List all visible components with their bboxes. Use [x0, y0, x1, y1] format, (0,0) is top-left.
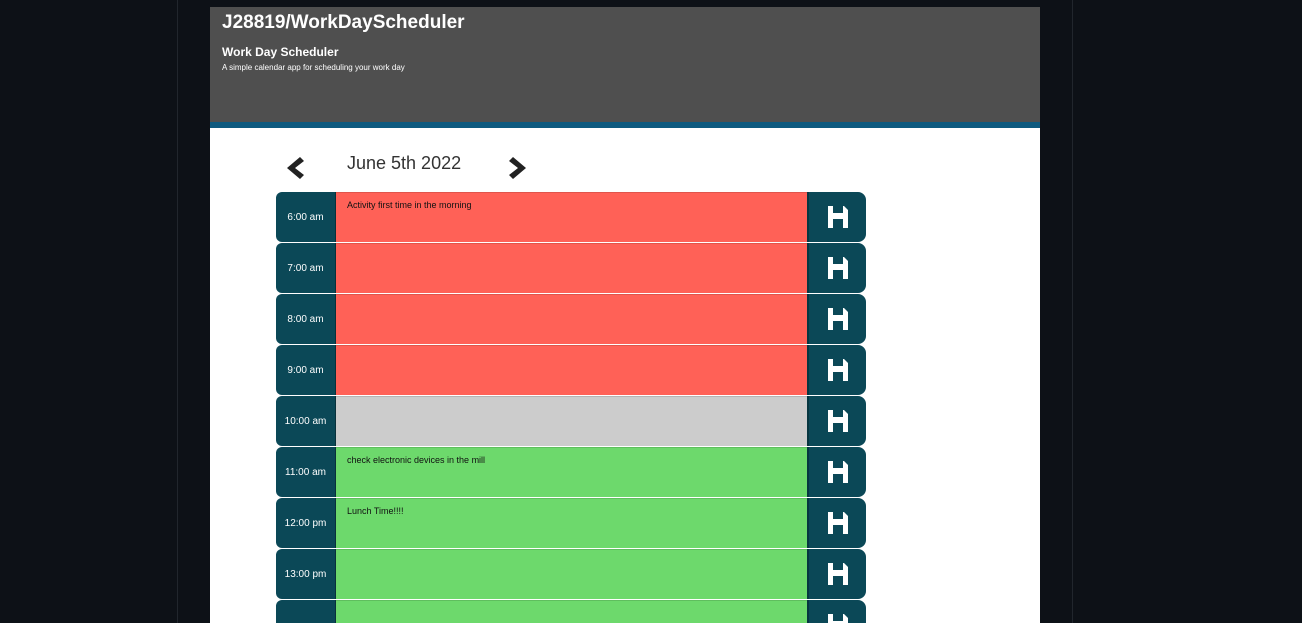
- save-button[interactable]: [807, 600, 866, 623]
- time-block-row: 6:00 am Activity first time in the mornin…: [276, 192, 867, 242]
- hour-label: 12:00 pm: [276, 498, 336, 548]
- time-block-row: [276, 600, 867, 623]
- event-description-field[interactable]: [336, 294, 807, 344]
- repo-title: J28819/WorkDayScheduler: [222, 12, 465, 33]
- chevron-left-icon: [287, 157, 304, 179]
- event-description-field[interactable]: Lunch Time!!!!: [336, 498, 807, 548]
- save-button[interactable]: [807, 243, 866, 293]
- save-button[interactable]: [807, 396, 866, 446]
- event-description-field[interactable]: [336, 243, 807, 293]
- event-description-field[interactable]: [336, 345, 807, 395]
- time-block-row: 9:00 am: [276, 345, 867, 395]
- time-block-row: 12:00 pm Lunch Time!!!!: [276, 498, 867, 548]
- hour-label: 11:00 am: [276, 447, 336, 497]
- floppy-disk-icon: [827, 512, 848, 534]
- hour-label: 10:00 am: [276, 396, 336, 446]
- hour-label: [276, 600, 336, 623]
- save-button[interactable]: [807, 549, 866, 599]
- event-description-field[interactable]: check electronic devices in the mill: [336, 447, 807, 497]
- app-banner: J28819/WorkDayScheduler Work Day Schedul…: [210, 7, 1040, 128]
- time-block-row: 13:00 pm: [276, 549, 867, 599]
- hour-label: 6:00 am: [276, 192, 336, 242]
- event-description-field[interactable]: [336, 549, 807, 599]
- page-border-left: [177, 0, 178, 623]
- time-block-row: 10:00 am: [276, 396, 867, 446]
- hour-label: 13:00 pm: [276, 549, 336, 599]
- current-date: June 5th 2022: [347, 153, 462, 173]
- hour-label: 7:00 am: [276, 243, 336, 293]
- save-button[interactable]: [807, 447, 866, 497]
- event-description-field[interactable]: [336, 600, 807, 623]
- save-button[interactable]: [807, 345, 866, 395]
- time-block-row: 11:00 am check electronic devices in the …: [276, 447, 867, 497]
- floppy-disk-icon: [827, 206, 848, 228]
- floppy-disk-icon: [827, 563, 848, 585]
- page-border-right: [1072, 0, 1073, 623]
- time-block-row: 8:00 am: [276, 294, 867, 344]
- app-subtitle: A simple calendar app for scheduling you…: [222, 63, 405, 72]
- floppy-disk-icon: [827, 308, 848, 330]
- floppy-disk-icon: [827, 614, 848, 623]
- hour-label: 9:00 am: [276, 345, 336, 395]
- floppy-disk-icon: [827, 461, 848, 483]
- floppy-disk-icon: [827, 257, 848, 279]
- schedule-list: 6:00 am Activity first time in the mornin…: [276, 192, 867, 623]
- app-title: Work Day Scheduler: [222, 45, 339, 59]
- floppy-disk-icon: [827, 359, 848, 381]
- event-description-field[interactable]: [336, 396, 807, 446]
- prev-day-button[interactable]: [284, 155, 304, 181]
- event-description-field[interactable]: Activity first time in the morning: [336, 192, 807, 242]
- next-day-button[interactable]: [509, 155, 529, 181]
- save-button[interactable]: [807, 498, 866, 548]
- save-button[interactable]: [807, 294, 866, 344]
- floppy-disk-icon: [827, 410, 848, 432]
- save-button[interactable]: [807, 192, 866, 242]
- hour-label: 8:00 am: [276, 294, 336, 344]
- readme-card: J28819/WorkDayScheduler Work Day Schedul…: [210, 7, 1040, 623]
- time-block-row: 7:00 am: [276, 243, 867, 293]
- chevron-right-icon: [509, 157, 526, 179]
